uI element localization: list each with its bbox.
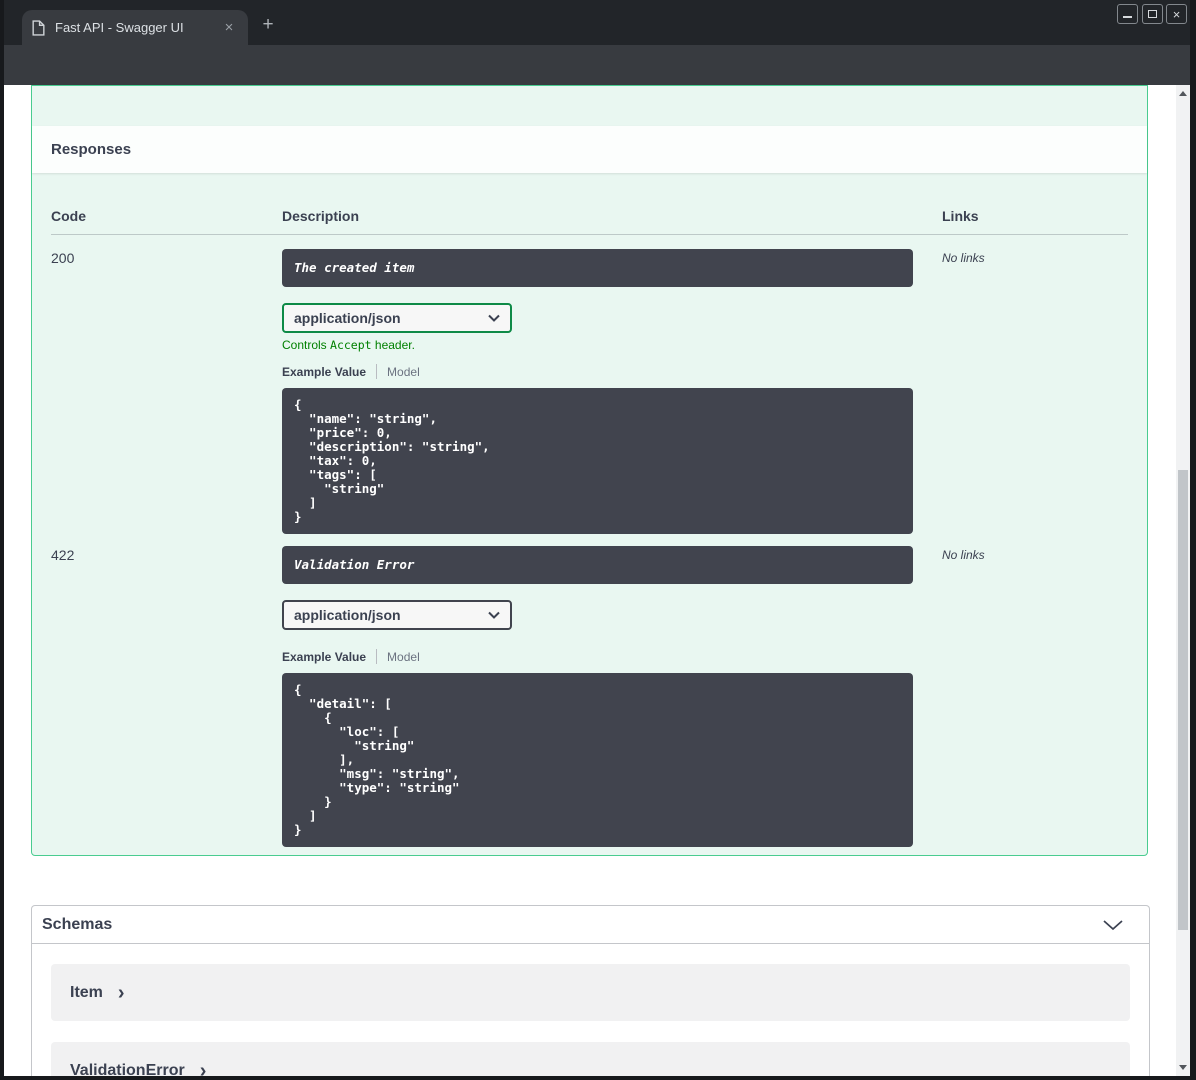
- maximize-button[interactable]: [1142, 4, 1163, 24]
- model-name: ValidationError: [70, 1061, 185, 1077]
- model-card-validationerror[interactable]: ValidationError ›: [51, 1042, 1130, 1076]
- window-border-left: [0, 0, 4, 1080]
- new-tab-button[interactable]: +: [257, 14, 279, 36]
- browser-tab[interactable]: Fast API - Swagger UI ×: [22, 10, 248, 45]
- chevron-right-icon: ›: [117, 981, 125, 1004]
- scrollbar-thumb[interactable]: [1178, 470, 1188, 930]
- response-description-text: The created item: [294, 260, 415, 275]
- schemas-header[interactable]: Schemas: [32, 906, 1149, 944]
- tab-title: Fast API - Swagger UI: [55, 20, 184, 35]
- example-model-tabs: Example Value Model: [282, 364, 942, 379]
- media-type-value: application/json: [294, 607, 401, 623]
- window-border-bottom: [0, 1076, 1196, 1080]
- schemas-section: Schemas Item › ValidationError ›: [31, 905, 1150, 1076]
- column-header-description: Description: [282, 208, 360, 224]
- scroll-up-arrow-icon[interactable]: [1179, 91, 1187, 96]
- tab-example-value[interactable]: Example Value: [282, 365, 366, 379]
- response-code: 422: [51, 547, 75, 563]
- media-type-select[interactable]: application/json: [282, 303, 512, 333]
- schemas-title: Schemas: [42, 915, 113, 933]
- column-header-links: Links: [942, 208, 979, 224]
- scroll-down-arrow-icon[interactable]: [1179, 1065, 1187, 1070]
- response-links: No links: [942, 251, 985, 265]
- responses-section-header: Responses: [32, 126, 1147, 173]
- hint-prefix: Controls: [282, 338, 331, 352]
- tab-model[interactable]: Model: [387, 365, 420, 379]
- page-scrollbar[interactable]: [1176, 85, 1190, 1076]
- response-description-cell: The created item application/json Contro…: [282, 249, 942, 534]
- response-description-cell: Validation Error application/json Exampl…: [282, 546, 942, 847]
- page-favicon-icon: [32, 19, 45, 36]
- schemas-body: Item › ValidationError ›: [32, 944, 1149, 1076]
- minimize-icon: [1123, 16, 1132, 18]
- close-tab-icon[interactable]: ×: [220, 20, 238, 35]
- response-row-422: 422 Validation Error application/json Ex…: [51, 534, 1128, 847]
- media-type-select[interactable]: application/json: [282, 600, 512, 630]
- example-json-block: { "name": "string", "price": 0, "descrip…: [282, 388, 913, 534]
- response-description-text: Validation Error: [294, 557, 415, 572]
- responses-table-header: Code Description Links: [51, 208, 1128, 235]
- tab-example-value[interactable]: Example Value: [282, 650, 366, 664]
- response-description-box: Validation Error: [282, 546, 913, 584]
- response-row-200: 200 The created item application/json Co…: [51, 235, 1128, 534]
- post-operation-panel: Responses Code Description Links 200 The…: [31, 85, 1148, 856]
- response-code: 200: [51, 250, 75, 266]
- column-header-code: Code: [51, 208, 86, 224]
- accept-header-hint: Controls Accept header.: [282, 338, 942, 352]
- tab-separator: [376, 649, 378, 664]
- close-icon: ×: [1172, 6, 1181, 22]
- responses-table: Code Description Links 200 The created i…: [32, 173, 1147, 867]
- chevron-right-icon: ›: [199, 1059, 207, 1077]
- chevron-down-icon[interactable]: [1102, 919, 1124, 931]
- tab-model[interactable]: Model: [387, 650, 420, 664]
- minimize-button[interactable]: [1117, 4, 1138, 24]
- hint-code: Accept: [330, 338, 372, 352]
- model-name: Item: [70, 983, 103, 1001]
- close-window-button[interactable]: ×: [1166, 4, 1187, 24]
- example-model-tabs: Example Value Model: [282, 649, 942, 664]
- example-json-block: { "detail": [ { "loc": [ "string" ], "ms…: [282, 673, 913, 847]
- hint-suffix: header.: [371, 338, 415, 352]
- responses-title: Responses: [51, 141, 132, 158]
- window-border-right: [1190, 0, 1196, 1080]
- maximize-icon: [1148, 10, 1157, 18]
- response-description-box: The created item: [282, 249, 913, 287]
- media-type-value: application/json: [294, 310, 401, 326]
- swagger-page: Responses Code Description Links 200 The…: [4, 85, 1176, 1076]
- model-card-item[interactable]: Item ›: [51, 964, 1130, 1021]
- chevron-down-icon: [488, 611, 500, 619]
- browser-toolbar: 127.0.0.1:8000/docs: [0, 45, 1196, 121]
- tab-strip: Fast API - Swagger UI × + ×: [0, 0, 1196, 45]
- chevron-down-icon: [488, 314, 500, 322]
- response-links: No links: [942, 548, 985, 562]
- tab-separator: [376, 364, 378, 379]
